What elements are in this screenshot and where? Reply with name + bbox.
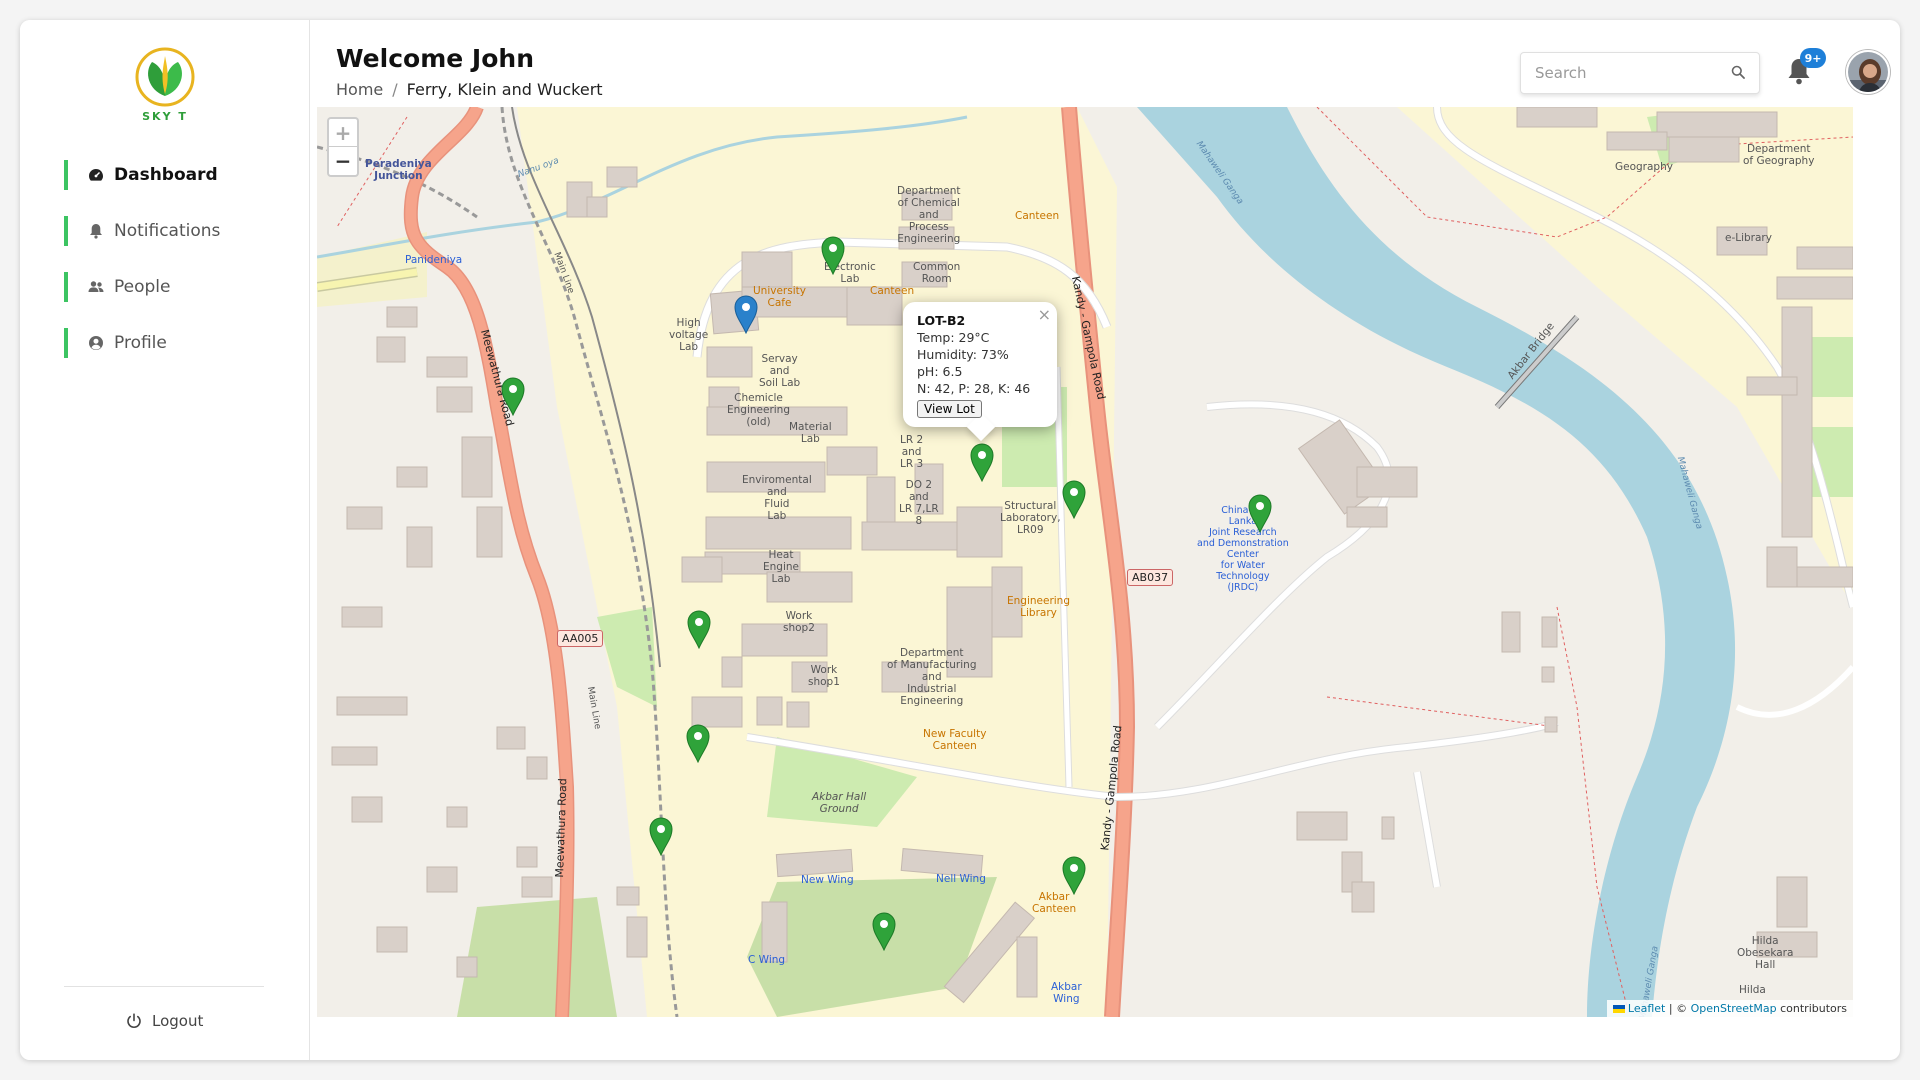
sidebar-item-label: Profile xyxy=(114,333,167,353)
lot-popup: × LOT-B2 Temp: 29°C Humidity: 73% pH: 6.… xyxy=(903,302,1057,427)
breadcrumb-home[interactable]: Home xyxy=(336,80,383,99)
map-label: University Cafe xyxy=(753,285,806,309)
view-lot-button[interactable]: View Lot xyxy=(917,400,982,418)
search-icon[interactable] xyxy=(1731,64,1745,83)
leaflet-link[interactable]: Leaflet xyxy=(1628,1002,1665,1015)
map-label: Nell Wing xyxy=(936,873,986,885)
map-label: Department of Chemical and Process Engin… xyxy=(897,185,961,245)
zoom-out-button[interactable]: − xyxy=(329,147,357,175)
leaf-logo-icon xyxy=(135,47,195,107)
notifications-button[interactable]: 9+ xyxy=(1786,48,1826,90)
avatar[interactable] xyxy=(1846,50,1890,94)
map-label: Department of Manufacturing and Industri… xyxy=(887,647,977,707)
map-label: Hilda Obesekara Hall xyxy=(1737,935,1794,971)
map-label: Geography xyxy=(1615,161,1673,173)
map-marker-green-icon[interactable] xyxy=(1061,479,1087,520)
map-label: Peradeniya Junction xyxy=(365,158,432,182)
page-title: Welcome John xyxy=(336,44,534,73)
map-label: Hilda xyxy=(1739,984,1766,996)
map-marker-blue-icon[interactable] xyxy=(733,294,759,335)
popup-ph: pH: 6.5 xyxy=(917,364,963,379)
map-label: Akbar Hall Ground xyxy=(812,791,867,815)
dashboard-icon xyxy=(88,167,104,183)
search-input[interactable] xyxy=(1535,64,1731,82)
sidebar: SKY T Dashboard Notifications People Pro… xyxy=(20,20,310,1060)
map-label: Enviromental and Fluid Lab xyxy=(742,474,812,522)
power-icon xyxy=(126,1013,142,1029)
map-marker-green-icon[interactable] xyxy=(686,609,712,650)
map-attribution: Leaflet | © OpenStreetMap contributors xyxy=(1606,1000,1853,1017)
map-label: New Wing xyxy=(801,874,854,886)
sidebar-divider xyxy=(64,986,264,987)
profile-icon xyxy=(88,335,104,351)
sidebar-item-people[interactable]: People xyxy=(64,272,284,302)
search-box xyxy=(1520,52,1760,94)
map-marker-green-icon[interactable] xyxy=(648,816,674,857)
zoom-control: + − xyxy=(327,117,359,177)
logout-button[interactable]: Logout xyxy=(126,1012,203,1030)
map-label: Akbar Wing xyxy=(1051,981,1082,1005)
top-header: Welcome John Home / Ferry, Klein and Wuc… xyxy=(310,20,1900,120)
sidebar-item-notifications[interactable]: Notifications xyxy=(64,216,284,246)
map-label: C Wing xyxy=(748,954,786,966)
popup-close-button[interactable]: × xyxy=(1038,305,1051,324)
sidebar-nav: Dashboard Notifications People Profile xyxy=(64,160,284,384)
map-label: Canteen xyxy=(1015,210,1060,222)
popup-humidity: Humidity: 73% xyxy=(917,347,1009,362)
sidebar-item-label: Dashboard xyxy=(114,165,218,185)
map-label: Servay and Soil Lab xyxy=(759,353,801,389)
logout-label: Logout xyxy=(152,1012,204,1030)
map-marker-green-icon[interactable] xyxy=(820,235,846,276)
map-marker-green-icon[interactable] xyxy=(1061,855,1087,896)
sidebar-item-label: Notifications xyxy=(114,221,221,241)
map-label: Engineering Library xyxy=(1007,595,1070,619)
attribution-separator: | © xyxy=(1665,1002,1691,1015)
map-label: Chemicle Engineering (old) xyxy=(727,392,790,428)
map-marker-green-icon[interactable] xyxy=(1247,493,1273,534)
brand-logo[interactable]: SKY T xyxy=(134,46,196,136)
road-shield: AB037 xyxy=(1127,569,1174,586)
flag-icon xyxy=(1612,1005,1625,1013)
map-label: Work shop1 xyxy=(808,664,840,688)
map-label: Canteen xyxy=(870,285,915,297)
sidebar-item-profile[interactable]: Profile xyxy=(64,328,284,358)
map-label: China-Sri Lanka Joint Research and Demon… xyxy=(1197,505,1289,593)
popup-title: LOT-B2 xyxy=(917,313,966,328)
map-marker-green-icon[interactable] xyxy=(500,376,526,417)
map-label: e-Library xyxy=(1725,232,1772,244)
zoom-in-button[interactable]: + xyxy=(329,119,357,147)
map-marker-green-icon[interactable] xyxy=(871,911,897,952)
popup-temp: Temp: 29°C xyxy=(917,330,990,345)
road-shield: AA005 xyxy=(557,630,604,647)
map-label: Common Room xyxy=(913,261,961,285)
osm-link[interactable]: OpenStreetMap xyxy=(1691,1002,1777,1015)
sidebar-item-label: People xyxy=(114,277,171,297)
map-view[interactable]: Peradeniya Junction Panideniya Nanu oya … xyxy=(317,107,1853,1017)
breadcrumb-current: Ferry, Klein and Wuckert xyxy=(406,80,603,99)
people-icon xyxy=(88,279,104,295)
bell-icon xyxy=(88,223,104,239)
map-label: Work shop2 xyxy=(783,610,815,634)
user-avatar-image xyxy=(1848,52,1888,92)
map-label: Department of Geography xyxy=(1743,143,1815,167)
attribution-suffix: contributors xyxy=(1776,1002,1847,1015)
brand-name: SKY T xyxy=(142,110,188,123)
popup-npk: N: 42, P: 28, K: 46 xyxy=(917,381,1031,396)
map-label: Structural Laboratory, LR09 xyxy=(1000,500,1061,536)
sidebar-item-dashboard[interactable]: Dashboard xyxy=(64,160,284,190)
map-marker-green-icon[interactable] xyxy=(969,442,995,483)
map-label: Material Lab xyxy=(789,421,832,445)
map-label: LR 2 and LR 3 xyxy=(900,434,924,470)
notification-count-badge: 9+ xyxy=(1800,48,1826,68)
breadcrumb: Home / Ferry, Klein and Wuckert xyxy=(336,80,603,99)
map-label: New Faculty Canteen xyxy=(923,728,987,752)
map-label: Panideniya xyxy=(405,254,463,266)
map-label: Heat Engine Lab xyxy=(763,549,799,585)
map-label: DO 2 and LR 7,LR 8 xyxy=(899,479,939,527)
map-label: High voltage Lab xyxy=(669,317,709,353)
map-marker-green-icon[interactable] xyxy=(685,723,711,764)
breadcrumb-separator: / xyxy=(392,80,398,99)
